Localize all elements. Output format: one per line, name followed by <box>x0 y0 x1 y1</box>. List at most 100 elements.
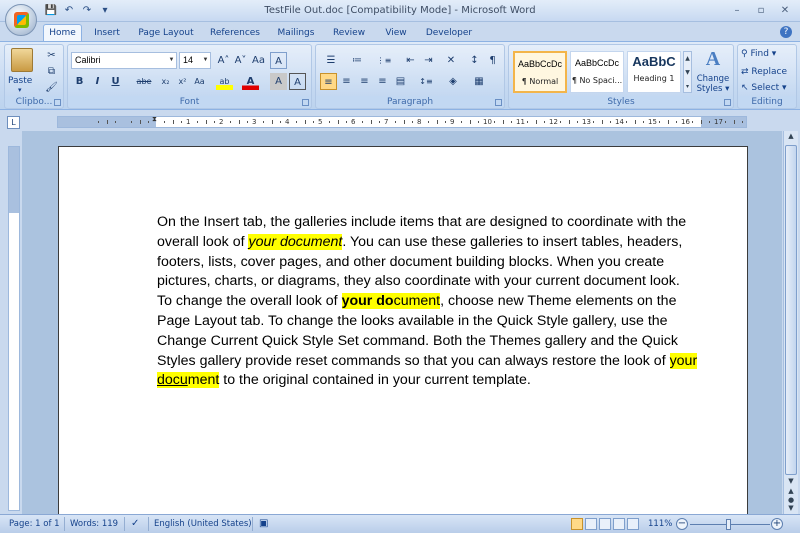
character-shading-button[interactable]: A <box>270 73 287 90</box>
increase-indent-button[interactable]: ⇥ <box>420 52 437 69</box>
proofing-icon[interactable]: ✓ <box>131 518 139 530</box>
draft-view-icon[interactable] <box>627 518 639 530</box>
maximize-button[interactable]: ▫ <box>750 3 772 18</box>
indent-marker-icon[interactable]: ⧗ <box>152 115 159 129</box>
bullets-button[interactable]: ☰ <box>320 52 342 69</box>
outline-view-icon[interactable] <box>613 518 625 530</box>
phonetic-guide-icon[interactable]: A <box>270 52 287 69</box>
borders-button[interactable]: ▦ <box>468 73 490 90</box>
multilevel-list-button[interactable]: ⋮≡ <box>372 52 396 69</box>
ruler-tick <box>725 121 727 123</box>
paste-dropdown-icon[interactable]: ▾ <box>18 86 22 94</box>
ruler-top-margin <box>9 147 19 213</box>
office-button[interactable] <box>5 4 37 36</box>
format-painter-icon[interactable]: 🖌 <box>43 79 60 96</box>
status-bar: Page: 1 of 1 Words: 119 ✓ English (Unite… <box>0 514 800 533</box>
clear-formatting-icon[interactable]: Aa <box>250 52 267 69</box>
tab-insert[interactable]: Insert <box>88 25 126 42</box>
sort-button[interactable]: ↕ <box>466 52 483 69</box>
shrink-font-icon[interactable]: A˅ <box>232 52 249 69</box>
print-layout-view-icon[interactable] <box>571 518 583 530</box>
decrease-indent-button[interactable]: ⇤ <box>402 52 419 69</box>
justify-button[interactable]: ≡ <box>374 73 391 90</box>
ruler-tick <box>403 120 405 124</box>
grow-font-icon[interactable]: A˄ <box>215 52 232 69</box>
numbering-button[interactable]: ≔ <box>346 52 368 69</box>
strikethrough-button[interactable]: abe <box>133 73 155 90</box>
subscript-button[interactable]: x₂ <box>157 73 174 90</box>
tab-selector-button[interactable]: L <box>7 116 20 129</box>
italic-button[interactable]: I <box>89 73 106 90</box>
show-marks-button[interactable]: ¶ <box>484 52 501 69</box>
zoom-slider-handle[interactable] <box>726 519 731 530</box>
language-indicator[interactable]: English (United States) <box>154 518 252 530</box>
ruler-number: 10 <box>483 118 492 126</box>
vertical-ruler[interactable] <box>8 146 20 511</box>
change-case-button[interactable]: Aa <box>191 73 208 90</box>
shading-button[interactable]: ◈ <box>442 73 464 90</box>
clipboard-launcher-icon[interactable] <box>54 99 61 106</box>
document-body[interactable]: On the Insert tab, the galleries include… <box>157 213 702 391</box>
find-label: Find <box>750 49 769 59</box>
tab-developer[interactable]: Developer <box>422 25 476 42</box>
tab-view[interactable]: View <box>378 25 414 42</box>
scroll-up-icon[interactable]: ▲ <box>785 132 797 144</box>
style-heading-1[interactable]: AaBbC Heading 1 <box>627 51 681 93</box>
minimize-button[interactable]: – <box>726 3 748 18</box>
styles-launcher-icon[interactable] <box>724 99 731 106</box>
cut-icon[interactable]: ✂ <box>43 47 60 64</box>
highlight-button[interactable]: ab <box>216 73 233 90</box>
font-size-combo[interactable]: 14 ▼ <box>179 52 211 69</box>
line-spacing-button[interactable]: ↕≡ <box>414 73 438 90</box>
font-group: Calibri ▼ 14 ▼ A˄ A˅ Aa A B I U abe x₂ x² … <box>67 44 312 109</box>
character-border-button[interactable]: A <box>289 73 306 90</box>
copy-icon[interactable]: ⧉ <box>43 63 60 80</box>
paste-button[interactable]: Paste <box>8 76 32 86</box>
page-count[interactable]: Page: 1 of 1 <box>9 518 60 530</box>
scroll-thumb[interactable] <box>785 145 797 475</box>
document-canvas: On the Insert tab, the galleries include… <box>22 131 782 514</box>
macro-record-icon[interactable]: ▣ <box>259 518 268 530</box>
replace-button[interactable]: ⇄ Replace <box>741 67 787 77</box>
document-page[interactable]: On the Insert tab, the galleries include… <box>58 146 748 514</box>
style-name: ¶ No Spaci... <box>571 76 623 85</box>
style-normal[interactable]: AaBbCcDc ¶ Normal <box>513 51 567 93</box>
paragraph-2[interactable]: To change the overall look of your docum… <box>157 292 702 391</box>
paragraph-1[interactable]: On the Insert tab, the galleries include… <box>157 213 702 292</box>
font-label: Font <box>68 96 311 108</box>
help-icon[interactable]: ? <box>780 26 792 38</box>
replace-label: Replace <box>751 67 788 77</box>
web-layout-view-icon[interactable] <box>599 518 611 530</box>
zoom-in-button[interactable]: + <box>771 518 783 530</box>
tab-mailings[interactable]: Mailings <box>272 25 320 42</box>
paragraph-launcher-icon[interactable] <box>495 99 502 106</box>
change-styles-button[interactable]: Change Styles ▾ <box>695 74 731 94</box>
word-count[interactable]: Words: 119 <box>70 518 118 530</box>
align-left-button[interactable]: ≡ <box>320 73 337 90</box>
find-button[interactable]: ⚲ Find ▾ <box>741 49 776 59</box>
tab-review[interactable]: Review <box>328 25 370 42</box>
style-no-spacing[interactable]: AaBbCcDc ¶ No Spaci... <box>570 51 624 93</box>
tab-references[interactable]: References <box>206 25 264 42</box>
bold-button[interactable]: B <box>71 73 88 90</box>
zoom-out-button[interactable]: − <box>676 518 688 530</box>
font-launcher-icon[interactable] <box>302 99 309 106</box>
tab-page-layout[interactable]: Page Layout <box>134 25 198 42</box>
underline-button[interactable]: U <box>107 73 124 90</box>
styles-gallery-scroll[interactable]: ▲ ▼ ▾ <box>683 51 692 93</box>
asian-layout-button[interactable]: ✕ <box>440 52 462 69</box>
font-name-combo[interactable]: Calibri ▼ <box>71 52 177 69</box>
style-preview: AaBbCcDc <box>517 59 562 69</box>
select-button[interactable]: ↖ Select ▾ <box>741 83 787 93</box>
close-button[interactable]: ✕ <box>774 3 796 18</box>
superscript-button[interactable]: x² <box>174 73 191 90</box>
font-size-value: 14 <box>183 55 194 65</box>
full-screen-reading-view-icon[interactable] <box>585 518 597 530</box>
align-right-button[interactable]: ≡ <box>356 73 373 90</box>
distributed-button[interactable]: ▤ <box>392 73 409 90</box>
center-button[interactable]: ≡ <box>338 73 355 90</box>
vertical-scrollbar[interactable]: ▲ ▼ ▲ ● ▼ <box>783 131 798 514</box>
font-color-button[interactable]: A <box>242 73 259 90</box>
horizontal-ruler[interactable]: 1 2 3 4 5 6 7 8 9 10 11 12 13 14 15 16 17 ⧗ <box>57 115 747 129</box>
zoom-level[interactable]: 111% <box>648 518 672 530</box>
